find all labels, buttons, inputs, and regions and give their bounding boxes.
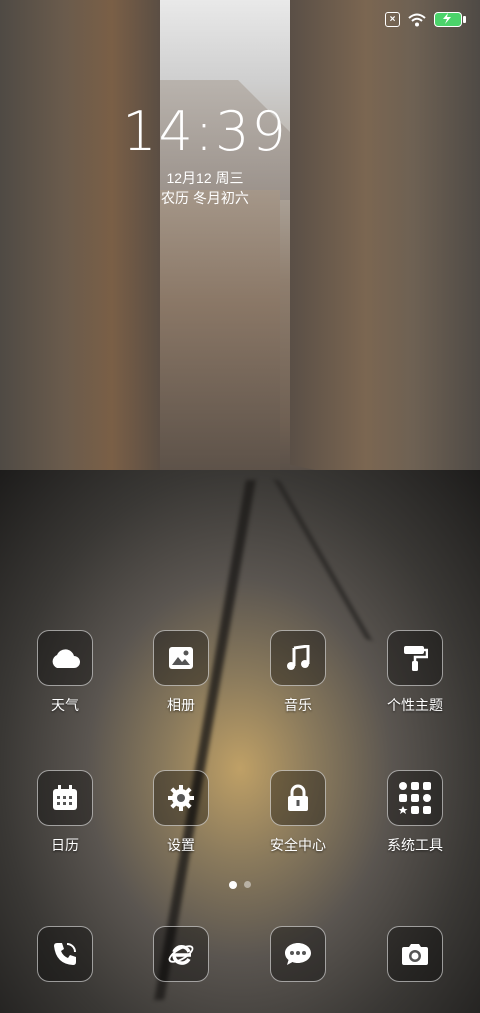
sim-no-signal-icon: × bbox=[385, 12, 400, 27]
date-text: 12月12 周三 bbox=[166, 170, 244, 186]
app-weather[interactable]: 天气 bbox=[15, 630, 115, 715]
battery-charging-icon bbox=[434, 12, 466, 27]
paint-roller-icon bbox=[387, 630, 443, 686]
app-label: 天气 bbox=[51, 697, 79, 713]
lock-icon bbox=[270, 770, 326, 826]
gallery-icon bbox=[153, 630, 209, 686]
camera-icon bbox=[387, 926, 443, 982]
page-indicator bbox=[0, 881, 480, 889]
wallpaper-wall-left bbox=[0, 0, 160, 500]
message-icon bbox=[270, 926, 326, 982]
dock-phone[interactable] bbox=[15, 926, 115, 982]
app-label: 相册 bbox=[167, 697, 195, 713]
app-music[interactable]: 音乐 bbox=[248, 630, 348, 715]
dock-browser[interactable] bbox=[131, 926, 231, 982]
browser-icon bbox=[153, 926, 209, 982]
page-dot bbox=[244, 881, 251, 888]
app-label: 安全中心 bbox=[270, 837, 326, 853]
wifi-icon bbox=[408, 13, 426, 27]
cloud-icon bbox=[37, 630, 93, 686]
app-label: 设置 bbox=[167, 837, 195, 853]
app-label: 日历 bbox=[51, 837, 79, 853]
page-dot-active bbox=[229, 881, 237, 889]
app-calendar[interactable]: 日历 bbox=[15, 770, 115, 855]
phone-icon bbox=[37, 926, 93, 982]
lunar-date-text: 农历 冬月初六 bbox=[161, 190, 249, 206]
folder-system-tools[interactable]: 系统工具 bbox=[365, 770, 465, 855]
clock-time: 14:39 bbox=[122, 100, 288, 163]
wallpaper-wall-right bbox=[290, 0, 480, 505]
gear-icon bbox=[153, 770, 209, 826]
app-themes[interactable]: 个性主题 bbox=[365, 630, 465, 715]
dock-camera[interactable] bbox=[365, 926, 465, 982]
status-bar: × bbox=[385, 12, 466, 27]
calendar-icon bbox=[37, 770, 93, 826]
wallpaper-building-middle bbox=[150, 190, 280, 475]
app-settings[interactable]: 设置 bbox=[131, 770, 231, 855]
app-label: 音乐 bbox=[284, 697, 312, 713]
tools-folder-icon bbox=[387, 770, 443, 826]
app-label: 个性主题 bbox=[387, 697, 443, 713]
dock-messages[interactable] bbox=[248, 926, 348, 982]
app-security[interactable]: 安全中心 bbox=[248, 770, 348, 855]
app-gallery[interactable]: 相册 bbox=[131, 630, 231, 715]
music-icon bbox=[270, 630, 326, 686]
app-label: 系统工具 bbox=[387, 837, 443, 853]
